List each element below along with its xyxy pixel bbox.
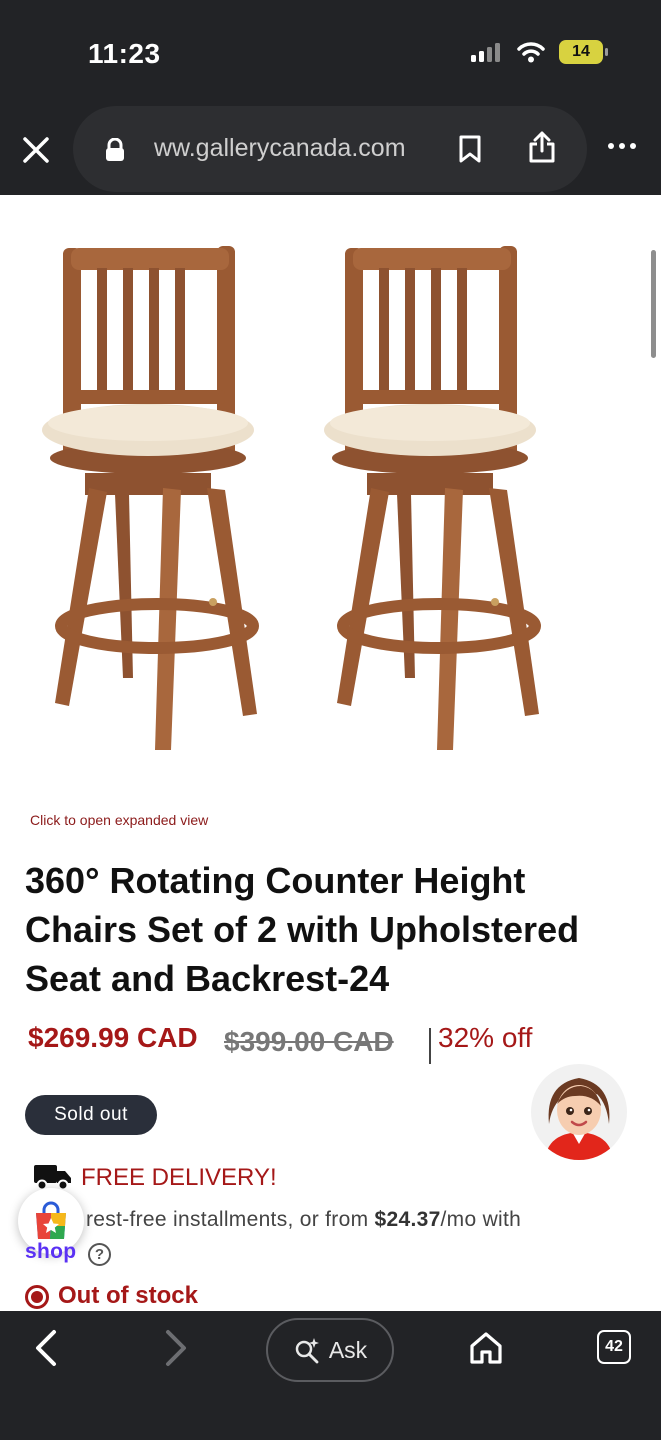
signal-icon (471, 43, 500, 62)
battery-level: 14 (572, 43, 590, 60)
help-icon[interactable]: ? (88, 1243, 111, 1266)
product-title: 360° Rotating Counter Height Chairs Set … (25, 860, 580, 999)
assistant-avatar-icon (545, 1078, 613, 1160)
free-delivery-text: FREE DELIVERY! (81, 1164, 277, 1191)
discount-label: 32% off (438, 1022, 533, 1053)
bookmark-icon[interactable] (458, 134, 482, 164)
url-text[interactable]: ww.gallerycanada.com (154, 134, 406, 163)
truck-icon (34, 1165, 71, 1191)
installments-suffix: /mo with (440, 1208, 522, 1231)
expand-view-link[interactable]: Click to open expanded view (30, 812, 208, 828)
ask-sparkle-icon (295, 1338, 319, 1364)
ask-label: Ask (328, 1336, 368, 1363)
shop-bag-icon (36, 1201, 66, 1239)
wifi-icon (517, 42, 545, 63)
sold-out-badge: Sold out (25, 1095, 157, 1135)
original-price: $399.00 CAD (224, 1026, 394, 1057)
assistant-avatar-button[interactable] (531, 1064, 627, 1160)
status-bar: 11:23 14 (0, 0, 661, 100)
scrollbar[interactable] (651, 250, 656, 358)
price-divider (429, 1028, 431, 1064)
share-icon[interactable] (528, 130, 556, 164)
tabs-icon[interactable]: 42 (597, 1330, 631, 1364)
status-time: 11:23 (88, 38, 161, 69)
forward-icon[interactable] (158, 1327, 192, 1369)
sale-price: $269.99 CAD (28, 1022, 198, 1053)
stock-status: Out of stock (58, 1282, 199, 1309)
battery-icon: 14 (559, 40, 608, 64)
shop-pay-logo: shop (25, 1240, 77, 1263)
home-icon[interactable] (468, 1330, 504, 1366)
back-icon[interactable] (30, 1327, 64, 1369)
out-of-stock-icon (25, 1285, 49, 1309)
product-image[interactable] (40, 236, 630, 756)
close-icon (23, 137, 49, 163)
installments-text: rest-free installments, or from $24.37/m… (86, 1208, 521, 1232)
installments-amount: $24.37 (374, 1208, 441, 1231)
ask-button[interactable]: Ask (266, 1318, 394, 1382)
lock-icon (106, 138, 124, 161)
installments-prefix: rest-free installments, or from (86, 1208, 375, 1231)
browser-screen: 11:23 14 ww.gallerycanada.com Click to o… (0, 0, 661, 1440)
more-icon[interactable] (608, 143, 636, 149)
price-row: $269.99 CAD $399.00 CAD 32% off (28, 1020, 648, 1066)
status-icons: 14 (471, 40, 608, 64)
close-button[interactable] (18, 132, 54, 168)
